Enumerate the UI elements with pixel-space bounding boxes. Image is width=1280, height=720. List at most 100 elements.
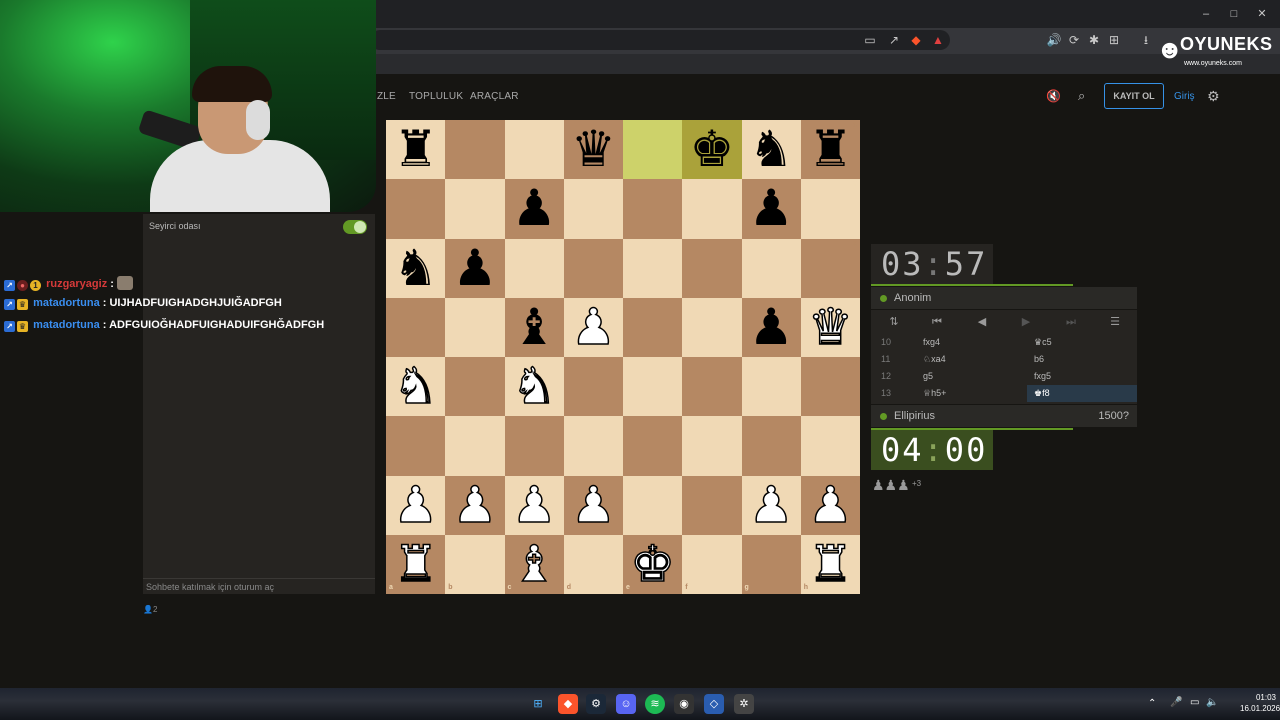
- chat-username[interactable]: matadortuna: [33, 297, 100, 309]
- flip-board-icon[interactable]: ⇅: [882, 314, 906, 330]
- player-name[interactable]: Ellipirius: [894, 410, 935, 422]
- white-move[interactable]: ♕h5+: [923, 385, 946, 402]
- reload-extension-icon[interactable]: ⟳: [1066, 32, 1082, 48]
- square-h6[interactable]: [800, 238, 860, 298]
- black-pawn-piece[interactable]: ♟: [505, 179, 564, 238]
- last-move-icon[interactable]: ⏭: [1059, 314, 1083, 330]
- audio-icon[interactable]: 🔊: [1046, 32, 1062, 48]
- white-pawn-piece[interactable]: ♟: [801, 475, 860, 535]
- black-rook-piece[interactable]: ♜: [801, 120, 860, 179]
- chat-username[interactable]: matadortuna: [33, 319, 100, 331]
- black-pawn-piece[interactable]: ♟: [742, 298, 801, 357]
- nav-community[interactable]: TOPLULUK: [409, 91, 463, 102]
- square-c6[interactable]: [504, 238, 564, 298]
- steam-icon[interactable]: ⚙: [586, 694, 606, 714]
- white-pawn-piece[interactable]: ♟: [445, 475, 504, 535]
- first-move-icon[interactable]: ⏮: [925, 314, 949, 330]
- square-e3[interactable]: [623, 416, 683, 476]
- square-b3[interactable]: [445, 416, 505, 476]
- square-g6[interactable]: [741, 238, 801, 298]
- white-rook-piece[interactable]: ♜: [386, 534, 445, 594]
- maximize-button[interactable]: □: [1224, 6, 1244, 22]
- extensions-icon[interactable]: ✱: [1086, 32, 1102, 48]
- square-c8[interactable]: [504, 120, 564, 180]
- square-f7[interactable]: [682, 179, 742, 239]
- nav-tools[interactable]: ARAÇLAR: [470, 91, 519, 102]
- square-g3[interactable]: [741, 416, 801, 476]
- close-window-button[interactable]: ✕: [1252, 6, 1272, 22]
- app-icon[interactable]: ◇: [704, 694, 724, 714]
- tray-volume-icon[interactable]: 🔈: [1206, 697, 1218, 708]
- square-g1[interactable]: [741, 534, 801, 594]
- chat-toggle[interactable]: [343, 220, 367, 234]
- square-g4[interactable]: [741, 357, 801, 417]
- square-b5[interactable]: [445, 297, 505, 357]
- signup-button[interactable]: KAYIT OL: [1104, 83, 1164, 109]
- black-bishop-piece[interactable]: ♝: [505, 298, 564, 357]
- black-pawn-piece[interactable]: ♟: [445, 239, 504, 298]
- square-e7[interactable]: [623, 179, 683, 239]
- white-queen-piece[interactable]: ♛: [801, 297, 860, 357]
- next-move-icon[interactable]: ▶: [1014, 314, 1038, 330]
- square-b1[interactable]: [445, 534, 505, 594]
- white-king-piece[interactable]: ♚: [623, 534, 682, 594]
- black-move[interactable]: ♛c5: [1027, 334, 1137, 351]
- square-e6[interactable]: [623, 238, 683, 298]
- white-move[interactable]: ♘xa4: [923, 351, 946, 368]
- white-bishop-piece[interactable]: ♝: [505, 534, 564, 594]
- square-d1[interactable]: [563, 534, 623, 594]
- settings-app-icon[interactable]: ✲: [734, 694, 754, 714]
- brave-icon[interactable]: ◆: [558, 694, 578, 714]
- start-icon[interactable]: ⊞: [528, 694, 548, 714]
- opponent-name[interactable]: Anonim: [894, 292, 931, 304]
- white-knight-piece[interactable]: ♞: [386, 356, 445, 416]
- white-pawn-piece[interactable]: ♟: [564, 475, 623, 535]
- white-pawn-piece[interactable]: ♟: [564, 297, 623, 357]
- square-a3[interactable]: [386, 416, 446, 476]
- chat-username[interactable]: ruzgaryagiz: [46, 278, 107, 290]
- white-rook-piece[interactable]: ♜: [801, 534, 860, 594]
- white-move[interactable]: fxg4: [923, 334, 940, 351]
- black-king-piece[interactable]: ♚: [682, 120, 741, 179]
- square-b7[interactable]: [445, 179, 505, 239]
- square-h7[interactable]: [800, 179, 860, 239]
- tray-mic-icon[interactable]: 🎤: [1170, 697, 1182, 708]
- black-move[interactable]: b6: [1027, 351, 1137, 368]
- white-knight-piece[interactable]: ♞: [505, 356, 564, 416]
- tray-network-icon[interactable]: ▭: [1190, 697, 1199, 708]
- black-queen-piece[interactable]: ♛: [564, 120, 623, 179]
- brave-rewards-icon[interactable]: ▲: [930, 32, 946, 48]
- square-f2[interactable]: [682, 475, 742, 535]
- download-icon[interactable]: ⭳: [1138, 32, 1154, 48]
- obs-icon[interactable]: ◉: [674, 694, 694, 714]
- sidebar-icon[interactable]: ⊞: [1106, 32, 1122, 48]
- black-move-active[interactable]: ♚f8: [1027, 385, 1137, 402]
- spotify-icon[interactable]: ≋: [645, 694, 665, 714]
- brave-shield-icon[interactable]: ◆: [908, 32, 924, 48]
- square-e4[interactable]: [623, 357, 683, 417]
- square-f1[interactable]: [682, 534, 742, 594]
- square-e5[interactable]: [623, 297, 683, 357]
- login-link[interactable]: Giriş: [1174, 91, 1195, 102]
- square-f6[interactable]: [682, 238, 742, 298]
- white-pawn-piece[interactable]: ♟: [505, 475, 564, 535]
- square-b8[interactable]: [445, 120, 505, 180]
- menu-icon[interactable]: ☰: [1103, 314, 1127, 330]
- screen-share-icon[interactable]: ▭: [862, 32, 878, 48]
- chess-board[interactable]: ♜ ♛ ♚ ♞ ♜ ♟ ♟ ♞ ♟ ♝ ♟ ♟ ♛ ♞ ♞ ♟ ♟ ♟ ♟ ♟ ♟ ♜ ♝ ♚ ♜ a b c d e f g h 8 7 6 5 4 3 2…: [386, 120, 860, 594]
- gear-icon[interactable]: ⚙: [1207, 88, 1220, 105]
- share-icon[interactable]: ↗: [886, 32, 902, 48]
- square-e2[interactable]: [623, 475, 683, 535]
- square-a7[interactable]: [386, 179, 446, 239]
- square-c3[interactable]: [504, 416, 564, 476]
- black-pawn-piece[interactable]: ♟: [742, 179, 801, 238]
- search-icon[interactable]: ⌕: [1078, 88, 1085, 104]
- square-f4[interactable]: [682, 357, 742, 417]
- square-e8[interactable]: [623, 120, 683, 180]
- chat-input[interactable]: Sohbete katılmak için oturum aç: [143, 578, 375, 594]
- square-d3[interactable]: [563, 416, 623, 476]
- nav-watch[interactable]: İZLE: [374, 91, 396, 102]
- square-h4[interactable]: [800, 357, 860, 417]
- square-d7[interactable]: [563, 179, 623, 239]
- black-knight-piece[interactable]: ♞: [742, 120, 801, 179]
